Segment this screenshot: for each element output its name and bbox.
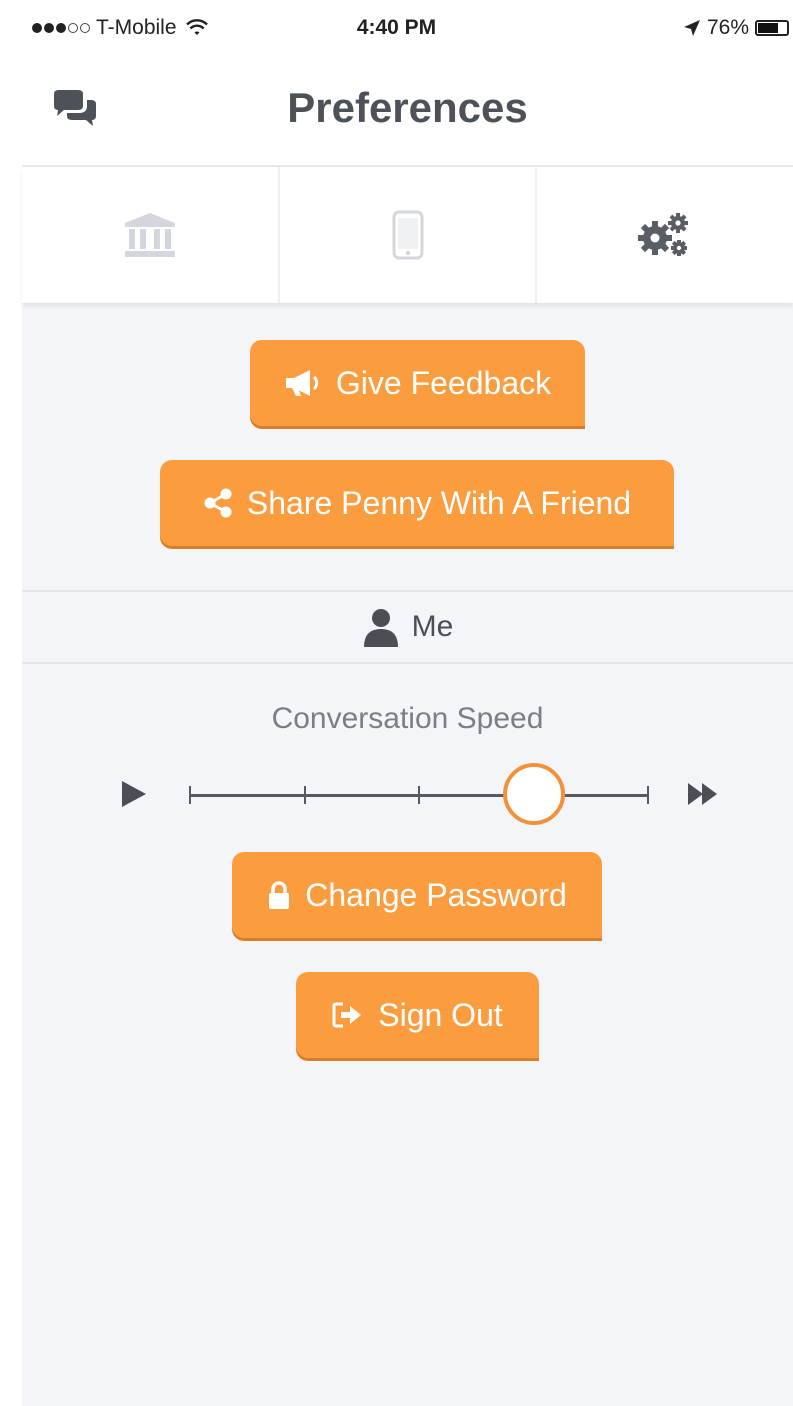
give-feedback-label: Give Feedback [335, 364, 552, 401]
status-bar: T-Mobile 4:40 PM 76% [0, 0, 793, 62]
share-penny-label: Share Penny With A Friend [246, 484, 632, 521]
change-password-label: Change Password [305, 876, 567, 913]
status-right: 76% [683, 16, 789, 40]
slider-tick [647, 786, 649, 804]
change-password-button[interactable]: Change Password [232, 852, 602, 938]
sign-out-icon [332, 1002, 362, 1028]
tab-phone[interactable] [280, 167, 538, 303]
location-arrow-icon [683, 20, 700, 36]
gears-icon [638, 213, 689, 256]
navigation-bar: Preferences [22, 62, 793, 167]
slider-tick [418, 786, 420, 804]
me-section-header: Me [22, 590, 793, 664]
bank-icon [124, 213, 175, 257]
page-title: Preferences [287, 84, 528, 131]
me-label: Me [411, 610, 454, 643]
conversation-speed-slider[interactable] [22, 752, 793, 832]
slider-tick [303, 786, 306, 804]
tab-bank[interactable] [22, 167, 280, 303]
give-feedback-button[interactable]: Give Feedback [250, 340, 585, 426]
battery-icon [755, 20, 789, 36]
phone-icon [392, 210, 423, 260]
share-penny-button[interactable]: Share Penny With A Friend [160, 460, 674, 546]
preferences-tabs [22, 167, 793, 303]
lock-icon [269, 881, 290, 909]
slider-tick [189, 786, 191, 804]
sign-out-label: Sign Out [378, 996, 503, 1033]
preferences-screen: Preferences Give Feedback Share Penny Wi… [22, 62, 793, 1406]
battery-percent: 76% [706, 16, 749, 39]
slider-thumb[interactable] [502, 763, 565, 825]
share-icon [204, 488, 232, 518]
play-icon [122, 781, 146, 807]
megaphone-icon [285, 370, 319, 396]
fast-forward-icon [688, 783, 717, 805]
conversation-speed-label: Conversation Speed [271, 702, 544, 735]
user-icon [363, 609, 398, 647]
status-time: 4:40 PM [356, 16, 437, 39]
sign-out-button[interactable]: Sign Out [296, 972, 539, 1058]
tab-settings[interactable] [537, 167, 793, 303]
